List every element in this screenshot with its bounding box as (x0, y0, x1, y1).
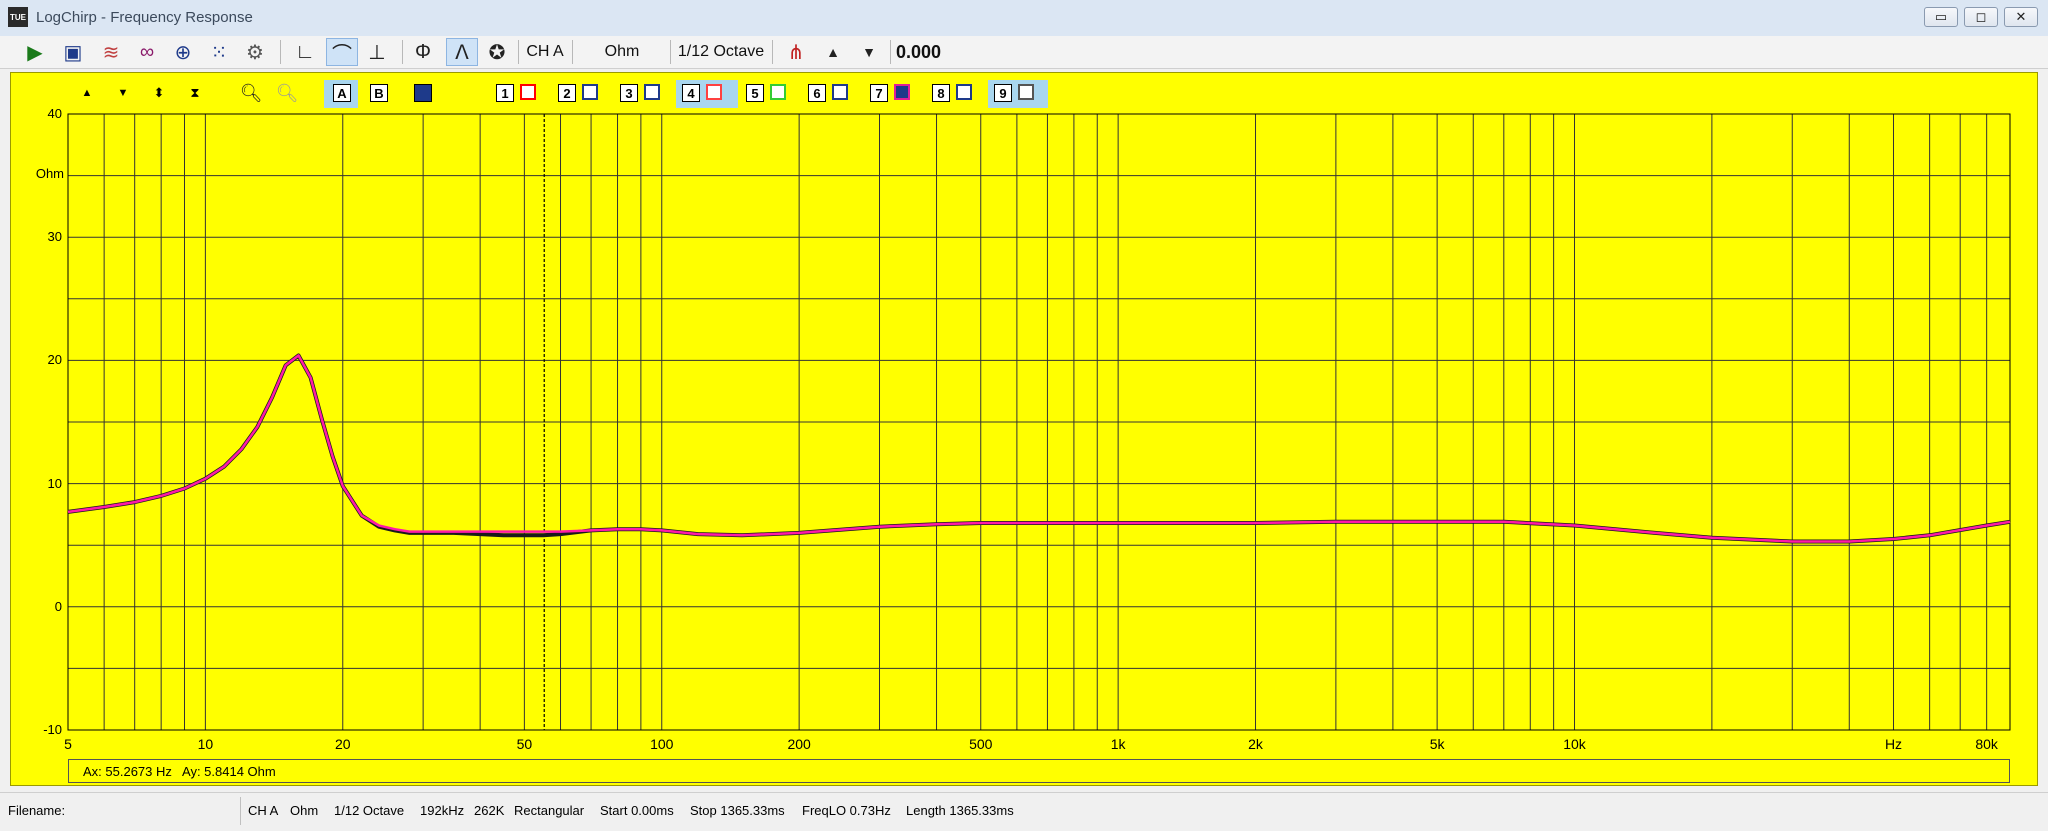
cursor-readout: Ax: 55.2673 Hz Ay: 5.8414 Ohm (68, 759, 2010, 783)
y-tick-label: -10 (43, 722, 62, 737)
status-rate: 192kHz (420, 803, 465, 818)
status-start: Start 0.00ms (600, 803, 674, 818)
status-length: Length 1365.33ms (906, 803, 1014, 818)
x-tick-label: 1k (1110, 736, 1126, 752)
y-tick-label: 30 (47, 229, 62, 245)
y-tick-label: 20 (47, 352, 62, 368)
x-tick-label: 100 (650, 736, 674, 752)
status-window: Rectangular (514, 803, 585, 818)
x-tick-label: 20 (334, 736, 351, 752)
status-freqlo: FreqLO 0.73Hz (802, 803, 891, 818)
series-group (67, 353, 2011, 544)
y-tick-label: 40 (47, 106, 62, 121)
x-tick-label: 10k (1563, 736, 1586, 752)
y-tick-label: 10 (47, 475, 62, 491)
x-tick-label: 500 (969, 736, 993, 752)
status-smoothing: 1/12 Octave (334, 803, 405, 818)
status-filename: Filename: (8, 803, 66, 818)
status-unit: Ohm (290, 803, 319, 818)
cursor-x-readout: Ax: 55.2673 Hz (83, 764, 172, 779)
x-tick-label: 2k (1248, 736, 1263, 752)
x-tick-label: 200 (787, 736, 811, 752)
cursor-y-readout: Ay: 5.8414 Ohm (182, 764, 276, 779)
y-axis-unit-label: Ohm (35, 166, 64, 181)
status-channel: CH A (248, 803, 279, 818)
x-tick-label: 10 (197, 736, 214, 752)
status-bar: Filename: CH A Ohm 1/12 Octave 192kHz 26… (0, 792, 2048, 831)
status-size: 262K (474, 803, 505, 818)
frequency-response-chart[interactable] (0, 0, 2048, 790)
x-tick-label: Hz (1884, 736, 1903, 752)
x-tick-label: 5 (64, 736, 72, 752)
x-tick-label: 5k (1429, 736, 1445, 752)
status-stop: Stop 1365.33ms (690, 803, 785, 818)
x-tick-label: 80k (1975, 736, 1998, 752)
x-tick-label: 50 (516, 736, 533, 752)
grid-lines (67, 113, 2011, 731)
memory-series-line (67, 354, 2011, 543)
y-tick-label: 0 (54, 598, 62, 614)
